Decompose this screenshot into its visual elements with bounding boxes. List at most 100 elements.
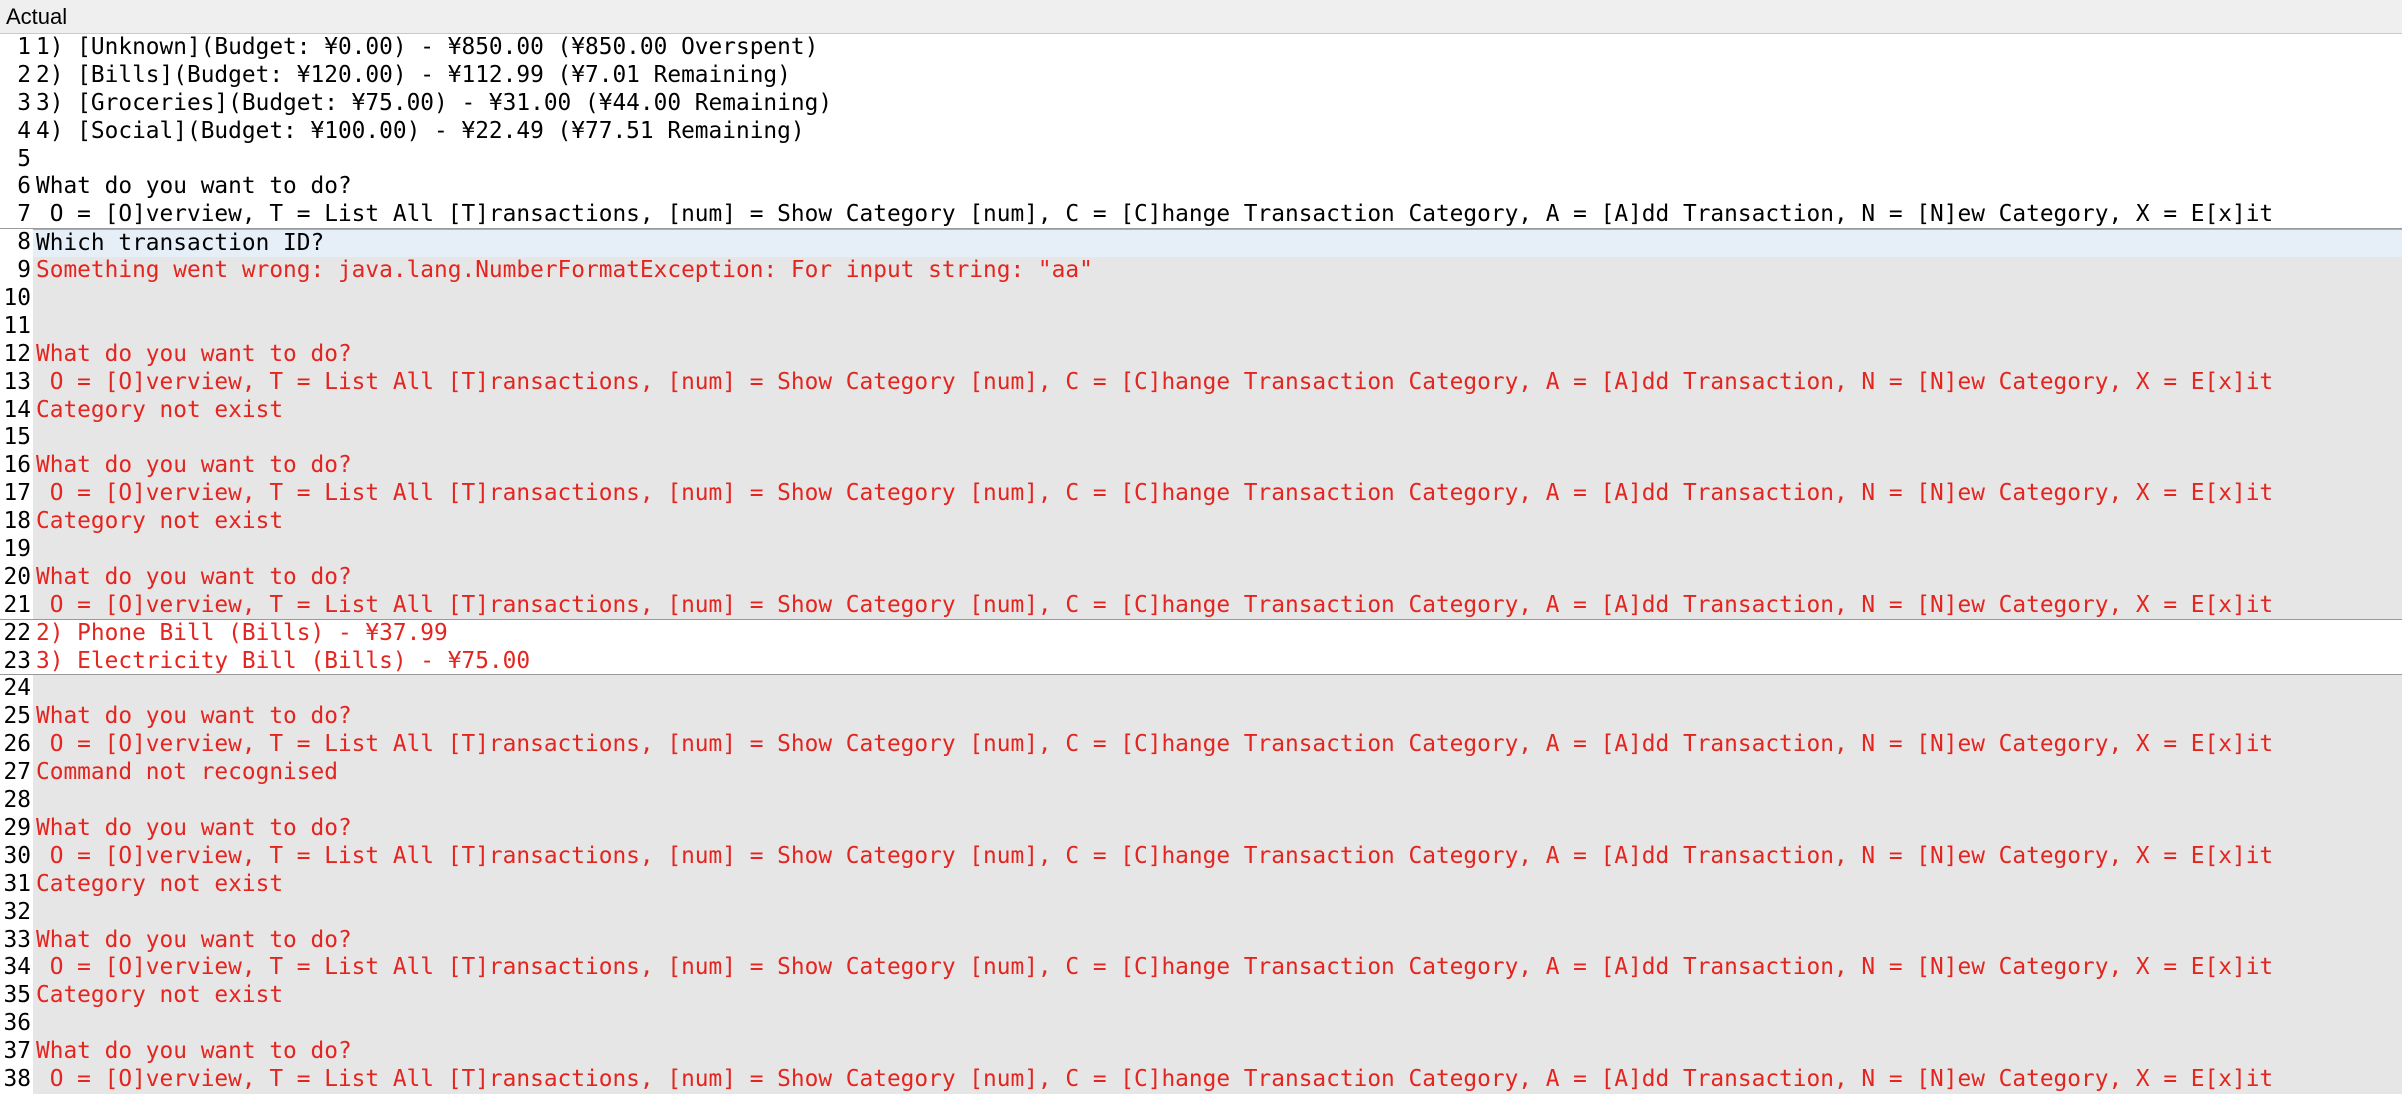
line-text: 3) Electricity Bill (Bills) - ¥75.00: [33, 647, 2402, 675]
editor-line[interactable]: 1 1) [Unknown](Budget: ¥0.00) - ¥850.00 (…: [0, 34, 2402, 62]
line-number: 34: [0, 954, 33, 983]
line-text: What do you want to do?: [33, 340, 2402, 369]
line-number: 15: [0, 424, 33, 453]
line-text: What do you want to do?: [33, 563, 2402, 592]
line-number: 7: [0, 201, 33, 229]
line-number: 4: [0, 117, 33, 146]
line-number: 8: [0, 229, 33, 258]
editor-line[interactable]: 36: [0, 1010, 2402, 1039]
line-number: 33: [0, 926, 33, 955]
line-text: O = [O]verview, T = List All [T]ransacti…: [33, 954, 2402, 983]
editor-line[interactable]: 9 Something went wrong: java.lang.NumberF…: [0, 257, 2402, 286]
line-text: [33, 312, 2402, 341]
line-number: 6: [0, 173, 33, 202]
line-text: Which transaction ID?: [33, 229, 2402, 258]
line-text: O = [O]verview, T = List All [T]ransacti…: [33, 591, 2402, 619]
editor-line[interactable]: 38 O = [O]verview, T = List All [T]ransa…: [0, 1065, 2402, 1094]
editor-line[interactable]: 22 2) Phone Bill (Bills) - ¥37.99: [0, 619, 2402, 648]
line-number: 28: [0, 787, 33, 815]
line-number: 24: [0, 675, 33, 704]
editor-line[interactable]: 7 O = [O]verview, T = List All [T]ransac…: [0, 201, 2402, 230]
panel-title: Actual: [0, 0, 2402, 34]
editor-line[interactable]: 29 What do you want to do?: [0, 814, 2402, 843]
editor-line[interactable]: 2 2) [Bills](Budget: ¥120.00) - ¥112.99 (…: [0, 61, 2402, 90]
editor-line[interactable]: 4 4) [Social](Budget: ¥100.00) - ¥22.49 (…: [0, 117, 2402, 146]
line-number: 14: [0, 396, 33, 425]
editor-line[interactable]: 5: [0, 145, 2402, 174]
line-text: [33, 285, 2402, 313]
line-number: 18: [0, 508, 33, 537]
line-text: [33, 1010, 2402, 1039]
editor-line[interactable]: 15: [0, 424, 2402, 453]
editor-line[interactable]: 3 3) [Groceries](Budget: ¥75.00) - ¥31.00…: [0, 89, 2402, 118]
line-text: What do you want to do?: [33, 814, 2402, 843]
line-text: Category not exist: [33, 870, 2402, 899]
line-text: O = [O]verview, T = List All [T]ransacti…: [33, 480, 2402, 509]
editor-line[interactable]: 27 Command not recognised: [0, 759, 2402, 788]
editor-line[interactable]: 21 O = [O]verview, T = List All [T]ransa…: [0, 591, 2402, 620]
line-number: 3: [0, 89, 33, 118]
editor-line[interactable]: 35 Category not exist: [0, 982, 2402, 1011]
line-number: 11: [0, 312, 33, 341]
line-text: [33, 898, 2402, 927]
line-text: O = [O]verview, T = List All [T]ransacti…: [33, 1065, 2402, 1094]
editor-line[interactable]: 14 Category not exist: [0, 396, 2402, 425]
line-number: 31: [0, 870, 33, 899]
line-number: 25: [0, 703, 33, 732]
line-text: [33, 787, 2402, 815]
line-text: O = [O]verview, T = List All [T]ransacti…: [33, 842, 2402, 871]
editor-line[interactable]: 8 Which transaction ID?: [0, 229, 2402, 258]
line-number: 26: [0, 731, 33, 760]
line-number: 17: [0, 480, 33, 509]
line-text: [33, 536, 2402, 564]
editor-line[interactable]: 6 What do you want to do?: [0, 173, 2402, 202]
line-number: 19: [0, 536, 33, 564]
editor-line[interactable]: 12 What do you want to do?: [0, 340, 2402, 369]
editor-line[interactable]: 19: [0, 536, 2402, 564]
line-text: What do you want to do?: [33, 452, 2402, 481]
line-number: 12: [0, 340, 33, 369]
line-number: 21: [0, 591, 33, 619]
line-text: 2) Phone Bill (Bills) - ¥37.99: [33, 619, 2402, 648]
editor-line[interactable]: 16 What do you want to do?: [0, 452, 2402, 481]
line-number: 30: [0, 842, 33, 871]
line-number: 27: [0, 759, 33, 788]
editor-line[interactable]: 17 O = [O]verview, T = List All [T]ransa…: [0, 480, 2402, 509]
line-text: Category not exist: [33, 396, 2402, 425]
line-text: Command not recognised: [33, 759, 2402, 788]
editor-line[interactable]: 37 What do you want to do?: [0, 1038, 2402, 1066]
line-number: 38: [0, 1065, 33, 1094]
line-number: 36: [0, 1010, 33, 1039]
line-text: 3) [Groceries](Budget: ¥75.00) - ¥31.00 …: [36, 89, 833, 116]
line-text: Category not exist: [33, 508, 2402, 537]
editor-line[interactable]: 25 What do you want to do?: [0, 703, 2402, 732]
editor-line[interactable]: 24: [0, 675, 2402, 704]
editor-line[interactable]: 10: [0, 285, 2402, 313]
editor-line[interactable]: 30 O = [O]verview, T = List All [T]ransa…: [0, 842, 2402, 871]
line-number: 2: [0, 61, 33, 90]
line-text: 2) [Bills](Budget: ¥120.00) - ¥112.99 (¥…: [36, 61, 791, 88]
diff-text-view[interactable]: 1 1) [Unknown](Budget: ¥0.00) - ¥850.00 (…: [0, 34, 2402, 1100]
line-text: [33, 146, 2402, 174]
editor-line[interactable]: 26 O = [O]verview, T = List All [T]ransa…: [0, 731, 2402, 760]
editor-line[interactable]: 18 Category not exist: [0, 508, 2402, 537]
line-text: Category not exist: [33, 982, 2402, 1011]
line-number: 22: [0, 619, 33, 648]
editor-line[interactable]: 34 O = [O]verview, T = List All [T]ransa…: [0, 954, 2402, 983]
editor-line[interactable]: 13 O = [O]verview, T = List All [T]ransa…: [0, 368, 2402, 397]
editor-line[interactable]: 32: [0, 898, 2402, 927]
editor-line[interactable]: 33 What do you want to do?: [0, 926, 2402, 955]
editor-line[interactable]: 31 Category not exist: [0, 870, 2402, 899]
editor-line[interactable]: 11: [0, 312, 2402, 341]
editor-line[interactable]: 28: [0, 787, 2402, 815]
line-number: 9: [0, 257, 33, 286]
editor-line[interactable]: 23 3) Electricity Bill (Bills) - ¥75.00: [0, 647, 2402, 676]
line-text: What do you want to do?: [36, 173, 352, 200]
line-text: O = [O]verview, T = List All [T]ransacti…: [36, 201, 2274, 228]
line-number: 29: [0, 814, 33, 843]
line-number: 16: [0, 452, 33, 481]
line-number: 32: [0, 898, 33, 927]
line-text: What do you want to do?: [33, 1038, 2402, 1066]
line-text: O = [O]verview, T = List All [T]ransacti…: [33, 368, 2402, 397]
editor-line[interactable]: 20 What do you want to do?: [0, 563, 2402, 592]
